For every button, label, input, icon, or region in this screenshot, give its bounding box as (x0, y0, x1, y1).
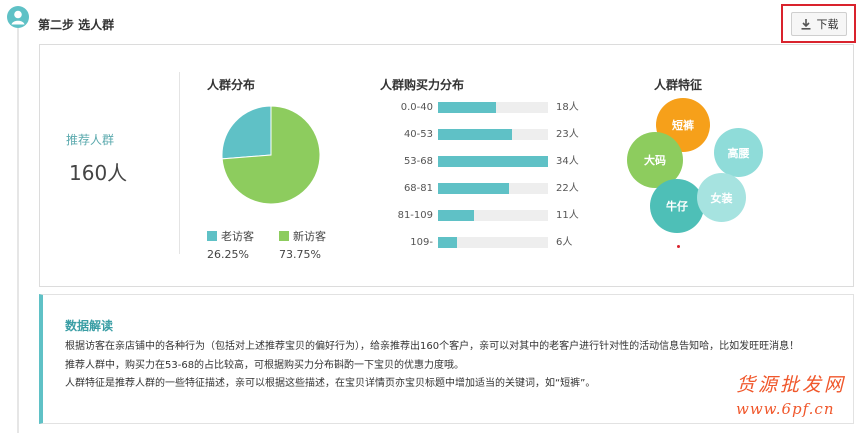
legend-new-value: 73.75% (279, 248, 321, 261)
interpretation-line-1: 根据访客在亲店铺中的各种行为（包括对上述推荐宝贝的偏好行为），给亲推荐出160个… (65, 341, 800, 352)
bar-track (438, 102, 548, 113)
download-button[interactable]: 下载 (791, 12, 847, 36)
interpretation-line-3: 人群特征是推荐人群的一些特征描述，亲可以根据这些描述，在宝贝详情页亦宝贝标题中增… (65, 378, 596, 389)
feature-bubble: 女装 (697, 173, 746, 222)
bar-row-2: 53-68 34人 (380, 155, 580, 168)
panel-divider (179, 72, 180, 254)
bar-track (438, 183, 548, 194)
legend-new-label: 新访客 (293, 230, 326, 243)
bar-value-label: 6人 (556, 237, 573, 248)
bar-track (438, 156, 548, 167)
bar-category-label: 53-68 (403, 156, 433, 167)
legend-swatch-old (207, 231, 217, 241)
bar-fill (438, 156, 548, 167)
bar-value-label: 22人 (556, 183, 579, 194)
download-label: 下载 (816, 18, 839, 31)
watermark-line-2: www.6pf.cn (736, 400, 835, 418)
bar-track (438, 237, 548, 248)
legend-swatch-new (279, 231, 289, 241)
red-dot (677, 245, 680, 248)
crowd-panel: 推荐人群 160人 人群分布 老访客 26.25% 新访客 73.75% 人群购… (39, 44, 854, 287)
purchase-bar-chart: 0.0-40 18人 40-53 23人 53-68 34人 68-81 22人 81-109 1… (380, 57, 580, 248)
bar-row-3: 68-81 22人 (380, 182, 580, 195)
bar-fill (438, 102, 497, 113)
step-avatar (7, 6, 29, 28)
watermark-line-1: 货源批发网 (736, 374, 847, 396)
pie-slice-0 (221, 105, 272, 160)
download-icon (801, 19, 810, 30)
download-highlight: 下载 (781, 4, 856, 43)
bar-value-label: 11人 (556, 210, 579, 221)
crowd-pie-chart (221, 105, 321, 205)
recommend-count: 160人 (69, 161, 128, 185)
features-title: 人群特征 (654, 78, 703, 92)
bar-category-label: 0.0-40 (400, 102, 433, 113)
legend-old-label: 老访客 (221, 230, 254, 243)
bar-value-label: 18人 (556, 102, 579, 113)
feature-bubble: 牛仔 (650, 179, 704, 233)
bar-row-0: 0.0-40 18人 (380, 101, 580, 114)
bar-value-label: 23人 (556, 129, 579, 140)
legend-new-visitors: 新访客 73.75% (279, 228, 326, 261)
bar-category-label: 40-53 (403, 129, 433, 140)
user-icon (11, 10, 25, 25)
bar-category-label: 109- (410, 237, 433, 248)
interpretation-line-2: 推荐人群中，购买力在53-68的占比较高，可根据购买力分布斟酌一下宝贝的优惠力度… (65, 360, 465, 371)
bar-fill (438, 210, 474, 221)
bar-value-label: 34人 (556, 156, 579, 167)
bar-category-label: 81-109 (397, 210, 433, 221)
bar-row-1: 40-53 23人 (380, 128, 580, 141)
bar-fill (438, 183, 510, 194)
legend-old-value: 26.25% (207, 248, 249, 261)
bar-track (438, 210, 548, 221)
watermark: 货源批发网 www.6pf.cn (736, 370, 861, 418)
crowd-distribution-title: 人群分布 (207, 78, 256, 92)
bar-fill (438, 129, 513, 140)
bar-track (438, 129, 548, 140)
interpretation-box: 数据解读 根据访客在亲店铺中的各种行为（包括对上述推荐宝贝的偏好行为），给亲推荐… (39, 294, 854, 424)
step-title: 第二步 选人群 (38, 18, 115, 32)
bar-fill (438, 237, 458, 248)
interpretation-title: 数据解读 (65, 319, 114, 333)
bar-row-4: 81-109 11人 (380, 209, 580, 222)
legend-old-visitors: 老访客 26.25% (207, 228, 254, 261)
feature-bubble: 高腰 (714, 128, 763, 177)
bar-row-5: 109- 6人 (380, 236, 580, 249)
recommend-label: 推荐人群 (66, 133, 115, 147)
bar-category-label: 68-81 (403, 183, 433, 194)
step-timeline (17, 28, 19, 433)
